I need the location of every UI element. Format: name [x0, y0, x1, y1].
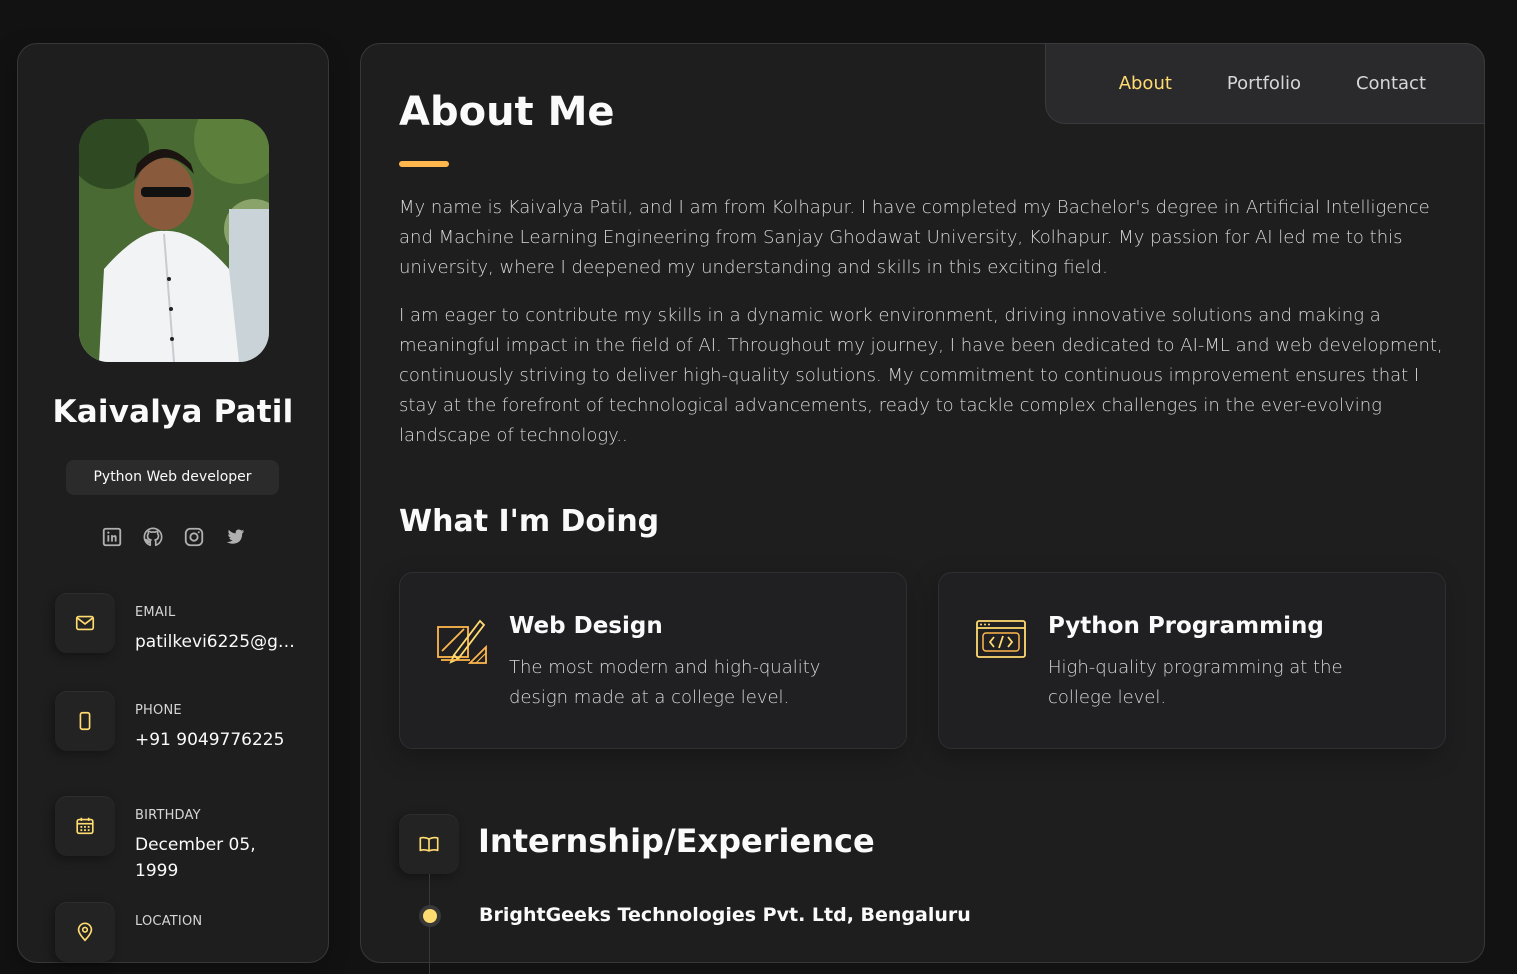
nav-about[interactable]: About [1119, 73, 1172, 94]
timeline-item-title: BrightGeeks Technologies Pvt. Ltd, Benga… [479, 904, 971, 926]
nav-contact[interactable]: Contact [1356, 73, 1426, 94]
timeline-heading: Internship/Experience [478, 822, 875, 860]
phone-icon [55, 691, 115, 751]
avatar [79, 119, 269, 362]
title-underline [399, 161, 449, 167]
service-card-python: Python Programming High-quality programm… [938, 572, 1446, 749]
book-icon [399, 814, 459, 874]
service-text: High-quality programming at the college … [1048, 657, 1343, 708]
navbar: About Portfolio Contact [1045, 43, 1485, 124]
profile-title-badge: Python Web developer [66, 460, 279, 495]
service-title: Python Programming [1048, 613, 1324, 639]
nav-portfolio[interactable]: Portfolio [1227, 73, 1301, 94]
design-icon [436, 615, 488, 667]
birthday-value: December 05, 1999 [135, 835, 256, 881]
github-icon[interactable] [142, 526, 164, 548]
service-title: Web Design [509, 613, 663, 639]
services-heading: What I'm Doing [399, 504, 660, 539]
service-text: The most modern and high-quality design … [509, 657, 821, 708]
linkedin-icon[interactable] [101, 526, 123, 548]
contact-label: PHONE [135, 703, 182, 718]
timeline-line [429, 874, 430, 974]
profile-name: Kaivalya Patil [52, 394, 294, 430]
main-content: About Portfolio Contact About Me My name… [360, 43, 1485, 974]
service-card-web-design: Web Design The most modern and high-qual… [399, 572, 907, 749]
timeline-dot [423, 909, 437, 923]
contact-label: LOCATION [135, 914, 203, 929]
location-icon [55, 902, 115, 962]
instagram-icon[interactable] [183, 526, 205, 548]
phone-link[interactable]: +91 9049776225 [135, 727, 310, 753]
contact-label: BIRTHDAY [135, 808, 201, 823]
calendar-icon [55, 796, 115, 856]
about-paragraph: I am eager to contribute my skills in a … [399, 305, 1443, 446]
social-links [18, 526, 328, 548]
page-title: About Me [399, 89, 615, 135]
sidebar: Kaivalya Patil Python Web developer EMAI… [17, 43, 329, 963]
contact-label: EMAIL [135, 605, 176, 620]
mail-icon [55, 593, 115, 653]
about-paragraph: My name is Kaivalya Patil, and I am from… [399, 197, 1430, 278]
code-icon [975, 615, 1027, 667]
twitter-icon[interactable] [224, 526, 246, 548]
email-link[interactable]: patilkevi6225@gmail.com [135, 629, 310, 655]
